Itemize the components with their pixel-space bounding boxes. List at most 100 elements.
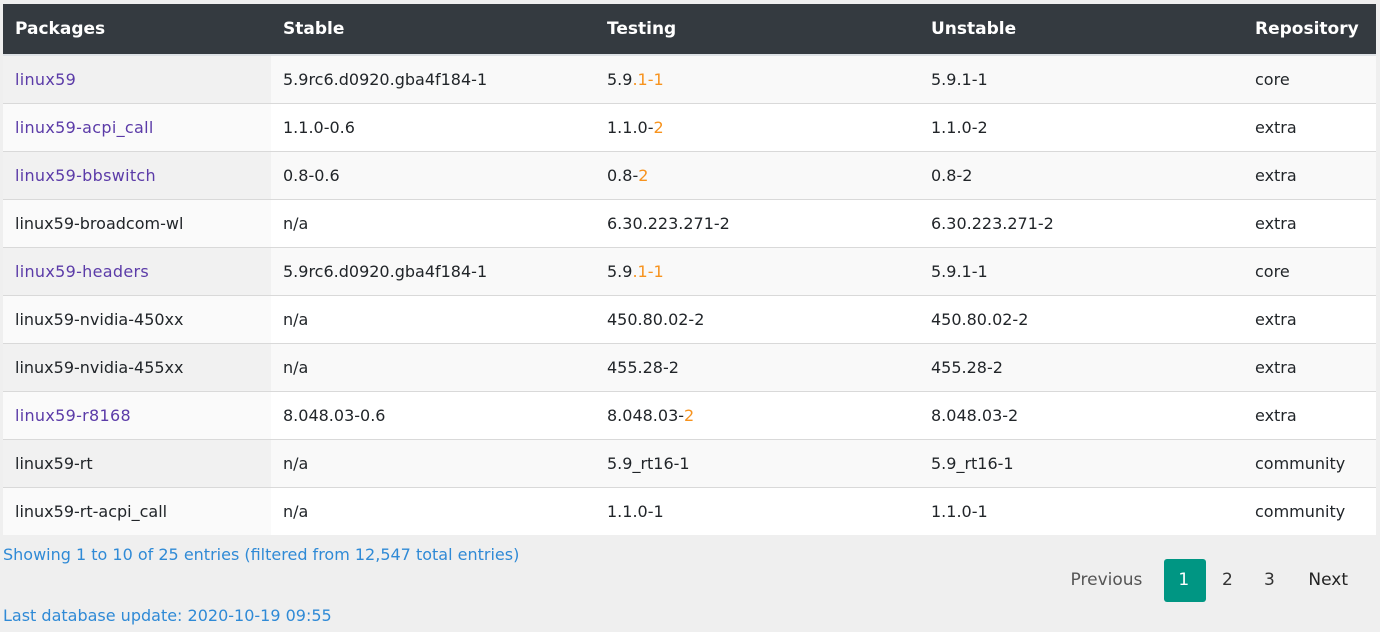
testing-version-diff: 2: [653, 118, 664, 137]
testing-version-diff: .1-1: [632, 70, 664, 89]
repository-cell: extra: [1243, 151, 1376, 200]
testing-cell: 8.048.03-2: [595, 391, 919, 440]
testing-version: 450.80.02-2: [607, 310, 705, 329]
testing-cell: 5.9_rt16-1: [595, 439, 919, 488]
testing-cell: 5.9.1-1: [595, 247, 919, 296]
next-button[interactable]: Next: [1294, 559, 1362, 602]
table-row: linux59 5.9rc6.d0920.gba4f184-1 5.9.1-1 5.9…: [3, 55, 1376, 104]
stable-cell: 8.048.03-0.6: [271, 391, 595, 440]
page-1-button[interactable]: 1: [1164, 559, 1207, 602]
testing-cell: 1.1.0-1: [595, 487, 919, 535]
stable-cell: 1.1.0-0.6: [271, 103, 595, 152]
unstable-cell: 5.9_rt16-1: [919, 439, 1243, 488]
unstable-cell: 8.048.03-2: [919, 391, 1243, 440]
table-body: linux59 5.9rc6.d0920.gba4f184-1 5.9.1-1 5.9…: [3, 55, 1376, 535]
unstable-cell: 0.8-2: [919, 151, 1243, 200]
testing-version: 6.30.223.271-2: [607, 214, 730, 233]
table-row: linux59-nvidia-455xx n/a 455.28-2 455.28-2 e…: [3, 343, 1376, 392]
package-cell: linux59-rt-acpi_call: [3, 487, 271, 535]
pagination: Previous 1 2 3 Next: [1057, 559, 1362, 602]
table-row: linux59-nvidia-450xx n/a 450.80.02-2 450.80…: [3, 295, 1376, 344]
unstable-cell: 450.80.02-2: [919, 295, 1243, 344]
repository-cell: extra: [1243, 391, 1376, 440]
package-cell: linux59-broadcom-wl: [3, 199, 271, 248]
testing-version-diff: 2: [684, 406, 695, 425]
package-link[interactable]: linux59-headers: [15, 262, 149, 281]
stable-cell: n/a: [271, 487, 595, 535]
testing-version: 5.9: [607, 70, 633, 89]
package-cell: linux59-headers: [3, 247, 271, 296]
table-info: Showing 1 to 10 of 25 entries (filtered …: [3, 545, 520, 564]
package-name: linux59-rt: [15, 454, 93, 473]
testing-cell: 450.80.02-2: [595, 295, 919, 344]
header-testing[interactable]: Testing: [595, 4, 919, 56]
package-name: linux59-nvidia-455xx: [15, 358, 184, 377]
page-2-button[interactable]: 2: [1206, 559, 1248, 602]
package-cell: linux59-nvidia-455xx: [3, 343, 271, 392]
table-row: linux59-headers 5.9rc6.d0920.gba4f184-1 5.…: [3, 247, 1376, 296]
header-repository[interactable]: Repository: [1243, 4, 1376, 56]
repository-cell: extra: [1243, 343, 1376, 392]
previous-button[interactable]: Previous: [1057, 559, 1157, 602]
package-name: linux59-broadcom-wl: [15, 214, 184, 233]
package-link[interactable]: linux59: [15, 70, 76, 89]
table-row: linux59-rt-acpi_call n/a 1.1.0-1 1.1.0-1 com…: [3, 487, 1376, 535]
package-cell: linux59-nvidia-450xx: [3, 295, 271, 344]
page-3-button[interactable]: 3: [1248, 559, 1290, 602]
testing-version: 1.1.0-1: [607, 502, 664, 521]
package-link[interactable]: linux59-acpi_call: [15, 118, 154, 137]
table-row: linux59-rt n/a 5.9_rt16-1 5.9_rt16-1 communi…: [3, 439, 1376, 488]
repository-cell: core: [1243, 55, 1376, 104]
table-row: linux59-broadcom-wl n/a 6.30.223.271-2 6.30…: [3, 199, 1376, 248]
testing-version: 8.048.03-: [607, 406, 685, 425]
packages-table: Packages Stable Testing Unstable Reposit…: [3, 4, 1376, 535]
package-link[interactable]: linux59-bbswitch: [15, 166, 156, 185]
testing-cell: 5.9.1-1: [595, 55, 919, 104]
header-stable[interactable]: Stable: [271, 4, 595, 56]
unstable-cell: 455.28-2: [919, 343, 1243, 392]
unstable-cell: 1.1.0-1: [919, 487, 1243, 535]
table-header-row: Packages Stable Testing Unstable Reposit…: [3, 4, 1376, 56]
repository-cell: extra: [1243, 103, 1376, 152]
stable-cell: 5.9rc6.d0920.gba4f184-1: [271, 247, 595, 296]
header-packages[interactable]: Packages: [3, 4, 271, 56]
testing-cell: 1.1.0-2: [595, 103, 919, 152]
stable-cell: 0.8-0.6: [271, 151, 595, 200]
table-row: linux59-acpi_call 1.1.0-0.6 1.1.0-2 1.1.0-2…: [3, 103, 1376, 152]
testing-cell: 6.30.223.271-2: [595, 199, 919, 248]
testing-version: 0.8-: [607, 166, 639, 185]
package-cell: linux59-bbswitch: [3, 151, 271, 200]
package-cell: linux59-rt: [3, 439, 271, 488]
package-link[interactable]: linux59-r8168: [15, 406, 131, 425]
stable-cell: 5.9rc6.d0920.gba4f184-1: [271, 55, 595, 104]
repository-cell: extra: [1243, 295, 1376, 344]
testing-version-diff: .1-1: [632, 262, 664, 281]
header-unstable[interactable]: Unstable: [919, 4, 1243, 56]
testing-version: 5.9_rt16-1: [607, 454, 690, 473]
testing-version-diff: 2: [638, 166, 649, 185]
table-row: linux59-r8168 8.048.03-0.6 8.048.03-2 8.048…: [3, 391, 1376, 440]
package-cell: linux59-acpi_call: [3, 103, 271, 152]
unstable-cell: 6.30.223.271-2: [919, 199, 1243, 248]
table-row: linux59-bbswitch 0.8-0.6 0.8-2 0.8-2 extra: [3, 151, 1376, 200]
testing-cell: 455.28-2: [595, 343, 919, 392]
repository-cell: community: [1243, 487, 1376, 535]
repository-cell: community: [1243, 439, 1376, 488]
stable-cell: n/a: [271, 343, 595, 392]
unstable-cell: 5.9.1-1: [919, 55, 1243, 104]
package-cell: linux59: [3, 55, 271, 104]
testing-version: 455.28-2: [607, 358, 679, 377]
unstable-cell: 5.9.1-1: [919, 247, 1243, 296]
testing-cell: 0.8-2: [595, 151, 919, 200]
repository-cell: extra: [1243, 199, 1376, 248]
testing-version: 5.9: [607, 262, 633, 281]
stable-cell: n/a: [271, 199, 595, 248]
stable-cell: n/a: [271, 439, 595, 488]
stable-cell: n/a: [271, 295, 595, 344]
last-update: Last database update: 2020-10-19 09:55: [3, 606, 332, 625]
repository-cell: core: [1243, 247, 1376, 296]
unstable-cell: 1.1.0-2: [919, 103, 1243, 152]
testing-version: 1.1.0-: [607, 118, 654, 137]
package-cell: linux59-r8168: [3, 391, 271, 440]
package-name: linux59-rt-acpi_call: [15, 502, 168, 521]
